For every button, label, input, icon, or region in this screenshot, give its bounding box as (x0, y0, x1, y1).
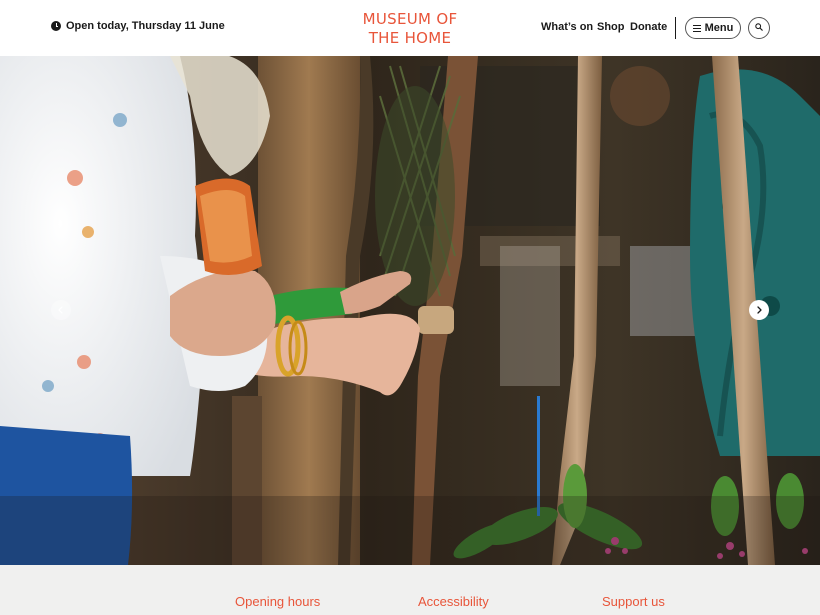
nav-whats-on[interactable]: What’s on (541, 21, 593, 33)
burger-icon (692, 24, 701, 32)
chevron-right-icon (757, 306, 762, 314)
menu-button[interactable]: Menu (685, 17, 741, 39)
logo-line-1: MUSEUM OF (362, 10, 458, 28)
clock-icon (51, 21, 61, 31)
carousel-next-button[interactable] (749, 300, 769, 320)
opening-status-label: Open today, Thursday 11 June (66, 20, 225, 32)
link-opening-hours[interactable]: Opening hours (235, 594, 320, 609)
link-support-us[interactable]: Support us (602, 594, 665, 609)
nav-donate[interactable]: Donate (630, 21, 667, 33)
hero-carousel (0, 56, 820, 565)
search-icon (755, 23, 763, 31)
site-logo[interactable]: MUSEUM OF THE HOME (355, 10, 465, 48)
opening-status[interactable]: Open today, Thursday 11 June (51, 20, 225, 32)
hero-image (0, 56, 820, 565)
link-accessibility[interactable]: Accessibility (418, 594, 489, 609)
carousel-prev-button[interactable] (51, 300, 71, 320)
chevron-left-icon (58, 306, 63, 314)
nav-divider (675, 17, 676, 39)
site-header: Open today, Thursday 11 June MUSEUM OF T… (0, 0, 820, 56)
menu-button-label: Menu (704, 22, 734, 34)
search-button[interactable] (748, 17, 770, 39)
quick-links-bar: Opening hours Accessibility Support us (0, 565, 820, 615)
logo-line-2: THE HOME (368, 29, 452, 47)
nav-shop[interactable]: Shop (597, 21, 625, 33)
